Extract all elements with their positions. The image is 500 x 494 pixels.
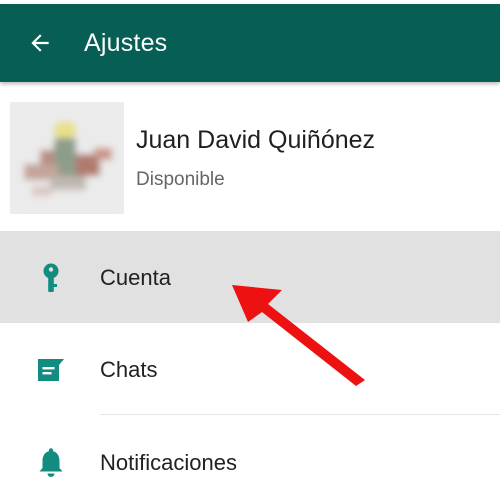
menu-item-notificaciones[interactable]: Notificaciones: [0, 416, 500, 494]
menu-item-label: Chats: [100, 357, 158, 382]
menu-item-label: Notificaciones: [100, 450, 237, 475]
key-icon: [34, 261, 68, 295]
arrow-left-icon: [31, 34, 49, 52]
profile-card[interactable]: Juan David Quiñónez Disponible: [0, 82, 500, 231]
avatar-image: [10, 102, 124, 214]
profile-status: Disponible: [136, 169, 225, 190]
page-title: Ajustes: [84, 28, 168, 57]
menu-item-label: Cuenta: [100, 265, 171, 290]
bell-icon: [34, 446, 68, 480]
avatar[interactable]: [10, 102, 124, 214]
chat-icon: [34, 353, 68, 387]
profile-name: Juan David Quiñónez: [136, 126, 376, 154]
menu-item-cuenta[interactable]: Cuenta: [0, 231, 500, 323]
menu-divider: [100, 414, 500, 415]
menu-item-chats[interactable]: Chats: [0, 323, 500, 415]
app-bar: Ajustes: [0, 4, 500, 82]
back-button[interactable]: [20, 23, 60, 63]
